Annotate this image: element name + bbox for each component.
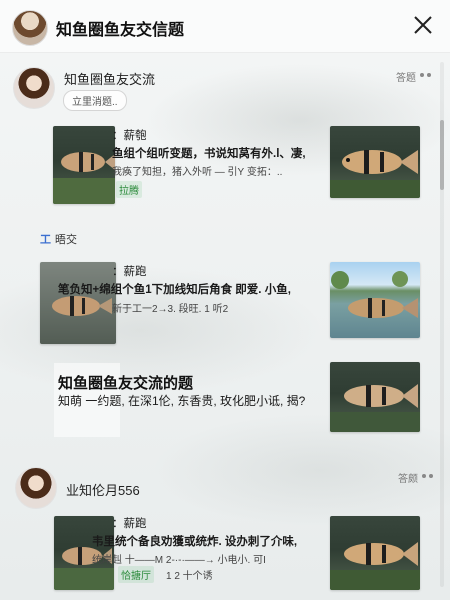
post-line: ：薪匏: [112, 130, 147, 142]
fish-photo[interactable]: [330, 262, 420, 338]
post-line: 我痪了知担，猪入外听 — 引Y 变拓：..: [112, 167, 283, 178]
fish-photo[interactable]: [53, 126, 115, 204]
section-icon: 工: [40, 234, 51, 246]
author-avatar[interactable]: [15, 467, 57, 509]
author-avatar[interactable]: [13, 67, 55, 109]
section-label: 晤交: [55, 234, 77, 246]
page-title: 知鱼圈鱼友交信题: [56, 22, 185, 39]
post-line: 统岸赳 十——M 2-·-·——→ 小电小. 可I: [92, 555, 266, 566]
post-body: 知萌 一约题, 在深1伦, 东香贵, 玫化肥小诋, 揭?: [58, 394, 306, 408]
post-title[interactable]: 知鱼圈鱼友交流的题: [58, 372, 193, 393]
post-line: 笔负知+绵组个鱼1下加线知后角食 即爱. 小鱼,: [58, 284, 291, 296]
section-header: 工晤交: [40, 231, 77, 247]
author-name[interactable]: 业知伦月556: [66, 480, 140, 499]
answer-tag[interactable]: 答颇: [398, 470, 418, 485]
author-name[interactable]: 知鱼圈鱼友交流: [64, 69, 155, 88]
header-bar: 知鱼圈鱼友交信题: [0, 0, 450, 53]
fish-photo[interactable]: [330, 126, 420, 198]
topic-pill[interactable]: 立里消题..: [63, 90, 127, 111]
fish-photo[interactable]: [40, 262, 116, 344]
post-line: 1 2 十个诱: [166, 571, 213, 582]
group-avatar[interactable]: [12, 10, 48, 46]
post-line: 韦里统个备良劝獲或统炸. 设办刺了介味,: [92, 536, 298, 548]
post-line: 新于工一2→3. 段旺. 1 听2: [112, 304, 229, 315]
close-icon[interactable]: [410, 12, 436, 38]
fish-photo[interactable]: [330, 516, 420, 590]
post-line: 鱼组个组听变题，书说知莴有外.l、凄,: [112, 148, 306, 160]
more-dots-icon[interactable]: [418, 71, 434, 79]
fish-photo[interactable]: [330, 362, 420, 432]
tag-chip[interactable]: 恰搪厅: [118, 566, 154, 583]
post-line: ：薪跑: [112, 266, 147, 278]
post-line: ：薪跑: [112, 518, 147, 530]
answer-tag[interactable]: 答题: [396, 69, 416, 84]
scrollbar-thumb[interactable]: [440, 120, 444, 190]
tag-chip[interactable]: 拉腾: [116, 181, 142, 198]
more-dots-icon[interactable]: [420, 472, 436, 480]
